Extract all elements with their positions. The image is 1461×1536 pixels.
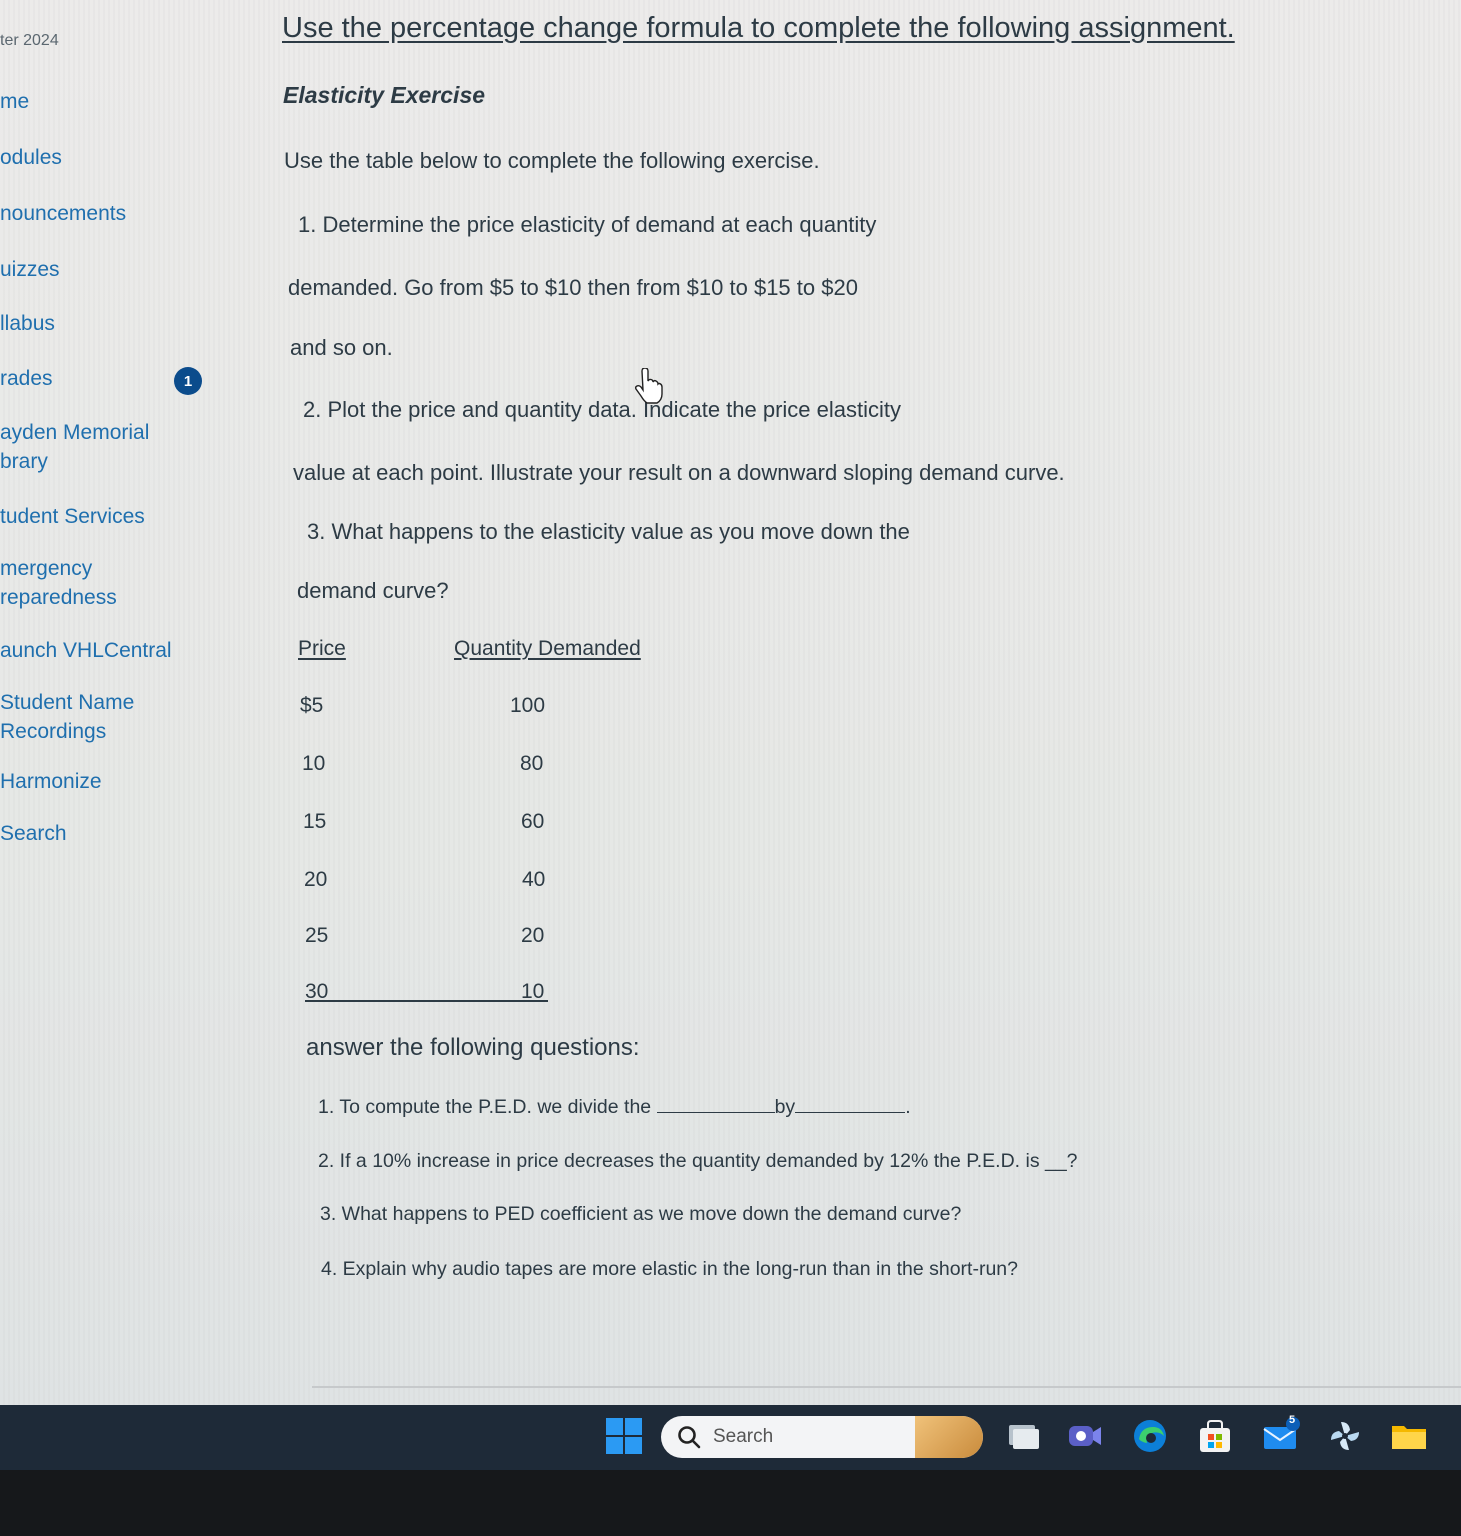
mail-unread-badge: 5 xyxy=(1289,1414,1296,1426)
question-1-text: 1. To compute the P.E.D. we divide the xyxy=(318,1096,652,1118)
exercise-title: Elasticity Exercise xyxy=(283,82,486,108)
table-cell-price: 10 xyxy=(302,752,326,775)
edge-browser-icon[interactable] xyxy=(1131,1417,1169,1455)
hand-pointer-cursor-icon xyxy=(634,368,663,404)
nav-launch-vhlcentral[interactable]: aunch VHLCentral xyxy=(0,636,172,665)
table-cell-quantity: 40 xyxy=(522,868,546,891)
taskbar-search-box[interactable] xyxy=(661,1416,983,1458)
table-cell-price: 15 xyxy=(303,810,327,833)
monitor-bezel xyxy=(0,1470,1461,1536)
term-label: ter 2024 xyxy=(0,32,59,49)
question-4: 4. Explain why audio tapes are more elas… xyxy=(321,1258,1018,1280)
windows-start-icon[interactable] xyxy=(605,1417,643,1455)
question-1-end: . xyxy=(905,1096,911,1118)
question-2: 2. If a 10% increase in price decreases … xyxy=(318,1150,1078,1172)
exercise-1-line1: 1. Determine the price elasticity of dem… xyxy=(298,212,877,237)
table-cell-quantity: 60 xyxy=(521,810,545,833)
search-highlight-widget[interactable] xyxy=(915,1416,983,1458)
nav-modules[interactable]: odules xyxy=(0,143,62,172)
table-header-price: Price xyxy=(298,637,346,660)
mail-icon[interactable]: 5 xyxy=(1262,1414,1300,1455)
answer-blank-1 xyxy=(656,1094,775,1113)
nav-student-services[interactable]: tudent Services xyxy=(0,502,145,531)
table-cell-quantity: 20 xyxy=(521,924,545,947)
nav-syllabus[interactable]: llabus xyxy=(0,309,55,338)
nav-recordings-line1: Student Name xyxy=(0,691,135,714)
nav-emergency-line1: mergency xyxy=(0,557,93,580)
table-cell-quantity: 80 xyxy=(520,752,544,775)
store-icon[interactable] xyxy=(1196,1417,1234,1455)
nav-library-line2: brary xyxy=(0,450,48,473)
question-1-by: by xyxy=(774,1096,796,1118)
answer-intro: answer the following questions: xyxy=(306,1034,640,1061)
table-cell-price: $5 xyxy=(300,694,324,717)
grades-count-badge: 1 xyxy=(174,367,202,395)
assignment-heading: Use the percentage change formula to com… xyxy=(282,12,1235,44)
meet-icon[interactable] xyxy=(1066,1417,1104,1455)
page-bottom-divider xyxy=(312,1386,1461,1388)
exercise-3-line2: demand curve? xyxy=(297,578,449,603)
pinwheel-app-icon[interactable] xyxy=(1326,1417,1364,1455)
task-view-icon[interactable] xyxy=(1003,1417,1041,1455)
canvas-page-screen: ter 2024 me odules nouncements uizzes ll… xyxy=(0,0,1461,1405)
nav-search[interactable]: Search xyxy=(0,819,67,848)
question-3: 3. What happens to PED coefficient as we… xyxy=(320,1203,962,1225)
exercise-1-line2: demanded. Go from $5 to $10 then from $1… xyxy=(288,275,858,300)
taskbar-search-input[interactable] xyxy=(711,1425,885,1449)
intro-text: Use the table below to complete the foll… xyxy=(284,148,820,173)
answer-blank-2 xyxy=(795,1094,906,1113)
course-navigation: ter 2024 me odules nouncements uizzes ll… xyxy=(0,0,230,1405)
nav-announcements[interactable]: nouncements xyxy=(0,199,126,228)
nav-library-line1: ayden Memorial xyxy=(0,421,150,444)
question-1: 1. To compute the P.E.D. we divide the b… xyxy=(318,1094,911,1119)
nav-emergency-preparedness[interactable]: mergency reparedness xyxy=(0,554,117,612)
nav-harmonize[interactable]: Harmonize xyxy=(0,767,102,796)
nav-recordings-line2: Recordings xyxy=(0,720,107,743)
exercise-3-line1: 3. What happens to the elasticity value … xyxy=(307,519,910,544)
table-cell-price: 25 xyxy=(305,924,329,947)
nav-grades[interactable]: rades xyxy=(0,364,53,393)
table-cell-price: 20 xyxy=(304,868,328,891)
nav-home[interactable]: me xyxy=(0,87,29,116)
table-header-quantity: Quantity Demanded xyxy=(454,637,641,660)
exercise-2-line2: value at each point. Illustrate your res… xyxy=(293,460,1065,485)
search-icon xyxy=(678,1426,701,1449)
nav-emergency-line2: reparedness xyxy=(0,586,117,609)
file-explorer-icon[interactable] xyxy=(1390,1417,1428,1455)
nav-library[interactable]: ayden Memorial brary xyxy=(0,418,149,476)
nav-quizzes[interactable]: uizzes xyxy=(0,255,60,284)
exercise-2-line1: 2. Plot the price and quantity data. Ind… xyxy=(303,397,902,422)
table-cell-quantity: 100 xyxy=(510,694,546,717)
exercise-1-line3: and so on. xyxy=(290,335,393,360)
table-bottom-rule xyxy=(305,1000,548,1002)
nav-student-name-recordings[interactable]: Student Name Recordings xyxy=(0,688,134,746)
